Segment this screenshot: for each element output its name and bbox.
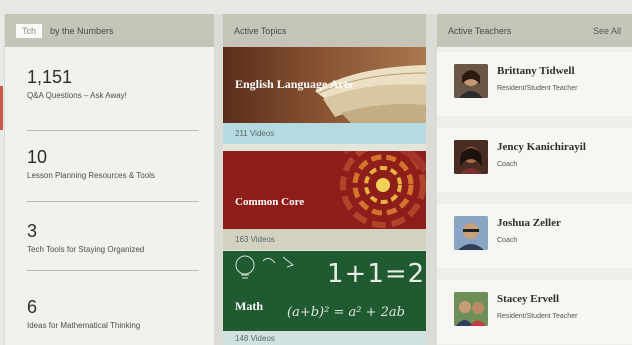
topic-card-ela[interactable]: English Language Arts 211 Videos <box>223 47 426 144</box>
stat-number: 10 <box>27 147 48 167</box>
teacher-name[interactable]: Brittany Tidwell <box>497 65 575 77</box>
common-core-video-count: 163 Videos <box>223 229 426 250</box>
teacher-card[interactable]: Stacey Ervell Resident/Student Teacher <box>437 280 632 344</box>
numbers-panel-header: Tch by the Numbers <box>5 14 214 47</box>
math-title[interactable]: Math <box>235 299 263 314</box>
topics-panel: Active Topics English Language Arts 211 … <box>223 14 426 345</box>
left-red-accent <box>0 86 3 130</box>
math-formula: (a+b)² = a² + 2ab <box>287 305 405 320</box>
ela-video-count: 211 Videos <box>223 123 426 144</box>
math-video-count: 148 Videos <box>223 331 426 345</box>
numbers-header-title: by the Numbers <box>50 25 114 36</box>
stat-item[interactable]: 6 Ideas for Mathematical Thinking <box>27 297 199 331</box>
topics-header-title: Active Topics <box>234 25 287 36</box>
ela-title[interactable]: English Language Arts <box>235 77 352 92</box>
teachers-header-title: Active Teachers <box>448 25 512 36</box>
top-band <box>0 0 632 14</box>
teacher-card[interactable]: Brittany Tidwell Resident/Student Teache… <box>437 52 632 116</box>
stat-label[interactable]: Q&A Questions – Ask Away! <box>27 90 199 101</box>
teacher-role: Coach <box>497 161 518 168</box>
stat-number: 6 <box>27 297 38 317</box>
math-chalkboard-image: 1+1=2 Math (a+b)² = a² + 2ab <box>223 251 426 331</box>
avatar[interactable] <box>454 140 488 174</box>
teachers-panel: Active Teachers See All Brittany Tidwell… <box>437 14 632 345</box>
common-core-image: Common Core <box>223 151 426 229</box>
teachers-panel-header: Active Teachers See All <box>437 14 632 47</box>
teacher-role: Resident/Student Teacher <box>497 313 578 320</box>
ela-book-image: English Language Arts <box>223 47 426 123</box>
left-edge-strip <box>0 14 4 345</box>
stat-divider <box>27 201 199 202</box>
teacher-role: Coach <box>497 237 518 244</box>
teacher-card[interactable]: Joshua Zeller Coach <box>437 204 632 268</box>
stat-item[interactable]: 1,151 Q&A Questions – Ask Away! <box>27 67 199 101</box>
stat-number: 3 <box>27 221 38 241</box>
teacher-name[interactable]: Jency Kanichirayil <box>497 141 586 153</box>
stat-label[interactable]: Tech Tools for Staying Organized <box>27 244 199 255</box>
avatar[interactable] <box>454 64 488 98</box>
stat-item[interactable]: 10 Lesson Planning Resources & Tools <box>27 147 199 181</box>
topics-panel-header: Active Topics <box>223 14 426 47</box>
see-all-link[interactable]: See All <box>593 26 621 36</box>
common-core-title[interactable]: Common Core <box>235 195 304 210</box>
topic-card-common-core[interactable]: Common Core 163 Videos <box>223 151 426 250</box>
stat-item[interactable]: 3 Tech Tools for Staying Organized <box>27 221 199 255</box>
avatar[interactable] <box>454 216 488 250</box>
stat-divider <box>27 270 199 271</box>
teacher-name[interactable]: Stacey Ervell <box>497 293 559 305</box>
math-chalk-equation: 1+1=2 <box>327 259 426 289</box>
stat-label[interactable]: Lesson Planning Resources & Tools <box>27 170 199 181</box>
stat-label[interactable]: Ideas for Mathematical Thinking <box>27 320 199 331</box>
numbers-tag: Tch <box>16 23 43 38</box>
avatar[interactable] <box>454 292 488 326</box>
stat-number: 1,151 <box>27 67 73 87</box>
teacher-card[interactable]: Jency Kanichirayil Coach <box>437 128 632 192</box>
teacher-role: Resident/Student Teacher <box>497 85 578 92</box>
stat-divider <box>27 130 199 131</box>
topic-card-math[interactable]: 1+1=2 Math (a+b)² = a² + 2ab 148 Videos <box>223 251 426 345</box>
numbers-panel: Tch by the Numbers 1,151 Q&A Questions –… <box>5 14 214 345</box>
teacher-name[interactable]: Joshua Zeller <box>497 217 561 229</box>
